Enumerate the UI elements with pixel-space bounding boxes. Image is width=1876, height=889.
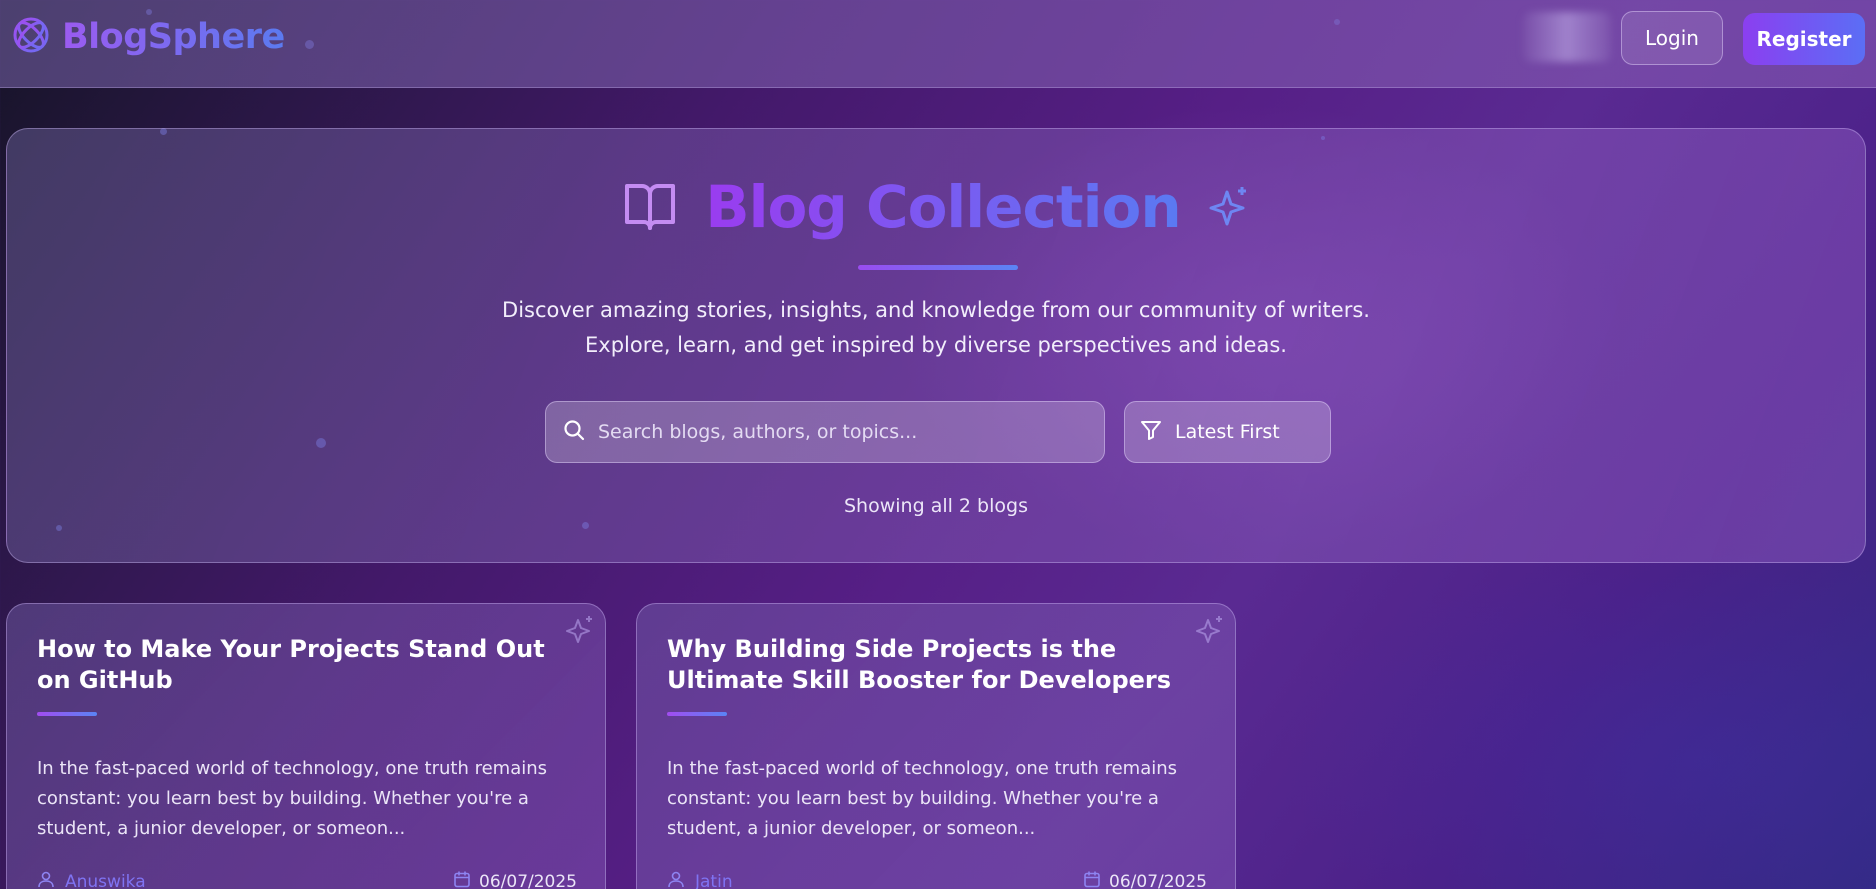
blog-title[interactable]: How to Make Your Projects Stand Out on G…	[37, 634, 557, 696]
description-line-1: Discover amazing stories, insights, and …	[502, 298, 1370, 322]
blog-title[interactable]: Why Building Side Projects is the Ultima…	[667, 634, 1187, 696]
blog-card[interactable]: Why Building Side Projects is the Ultima…	[636, 603, 1236, 889]
brand-name: BlogSphere	[62, 17, 285, 57]
blurred-element	[1523, 12, 1611, 62]
login-button[interactable]: Login	[1621, 11, 1723, 65]
top-navbar: BlogSphere Login Register	[0, 0, 1876, 88]
user-icon	[667, 870, 685, 889]
filter-icon	[1139, 418, 1163, 447]
user-icon	[37, 870, 55, 889]
sparkle-icon	[565, 614, 595, 644]
page-title: Blog Collection	[705, 173, 1181, 241]
calendar-icon	[453, 870, 471, 889]
blog-excerpt: In the fast-paced world of technology, o…	[667, 758, 1178, 839]
logo[interactable]: BlogSphere	[12, 16, 285, 58]
sort-selected-value: Latest First	[1175, 421, 1280, 443]
title-accent-bar	[37, 712, 97, 716]
blog-date: 06/07/2025	[453, 870, 577, 889]
blog-author: Anuswika	[37, 870, 146, 889]
open-book-icon	[621, 178, 679, 238]
search-input[interactable]	[598, 421, 1078, 443]
hero-title-row: Blog Collection	[7, 173, 1865, 243]
description-line-2: Explore, learn, and get inspired by dive…	[585, 333, 1287, 357]
blog-card[interactable]: How to Make Your Projects Stand Out on G…	[6, 603, 606, 889]
author-name[interactable]: Jatin	[695, 872, 733, 889]
search-box[interactable]	[545, 401, 1105, 463]
results-count: Showing all 2 blogs	[844, 495, 1028, 517]
search-icon	[562, 418, 586, 446]
date-text: 06/07/2025	[1109, 871, 1207, 889]
sparkle-icon	[1207, 184, 1251, 232]
blog-excerpt: In the fast-paced world of technology, o…	[37, 758, 548, 839]
sparkle-icon	[1195, 614, 1225, 644]
date-text: 06/07/2025	[479, 871, 577, 889]
globe-ring-icon	[12, 16, 50, 58]
author-name[interactable]: Anuswika	[65, 872, 146, 889]
title-underline	[858, 265, 1018, 270]
blog-author: Jatin	[667, 870, 733, 889]
blog-date: 06/07/2025	[1083, 870, 1207, 889]
hero-description: Discover amazing stories, insights, and …	[7, 293, 1865, 363]
calendar-icon	[1083, 870, 1101, 889]
register-button[interactable]: Register	[1743, 13, 1865, 65]
title-accent-bar	[667, 712, 727, 716]
hero-panel: Blog Collection Discover amazing stories…	[6, 128, 1866, 563]
sort-select[interactable]: Latest First	[1124, 401, 1331, 463]
